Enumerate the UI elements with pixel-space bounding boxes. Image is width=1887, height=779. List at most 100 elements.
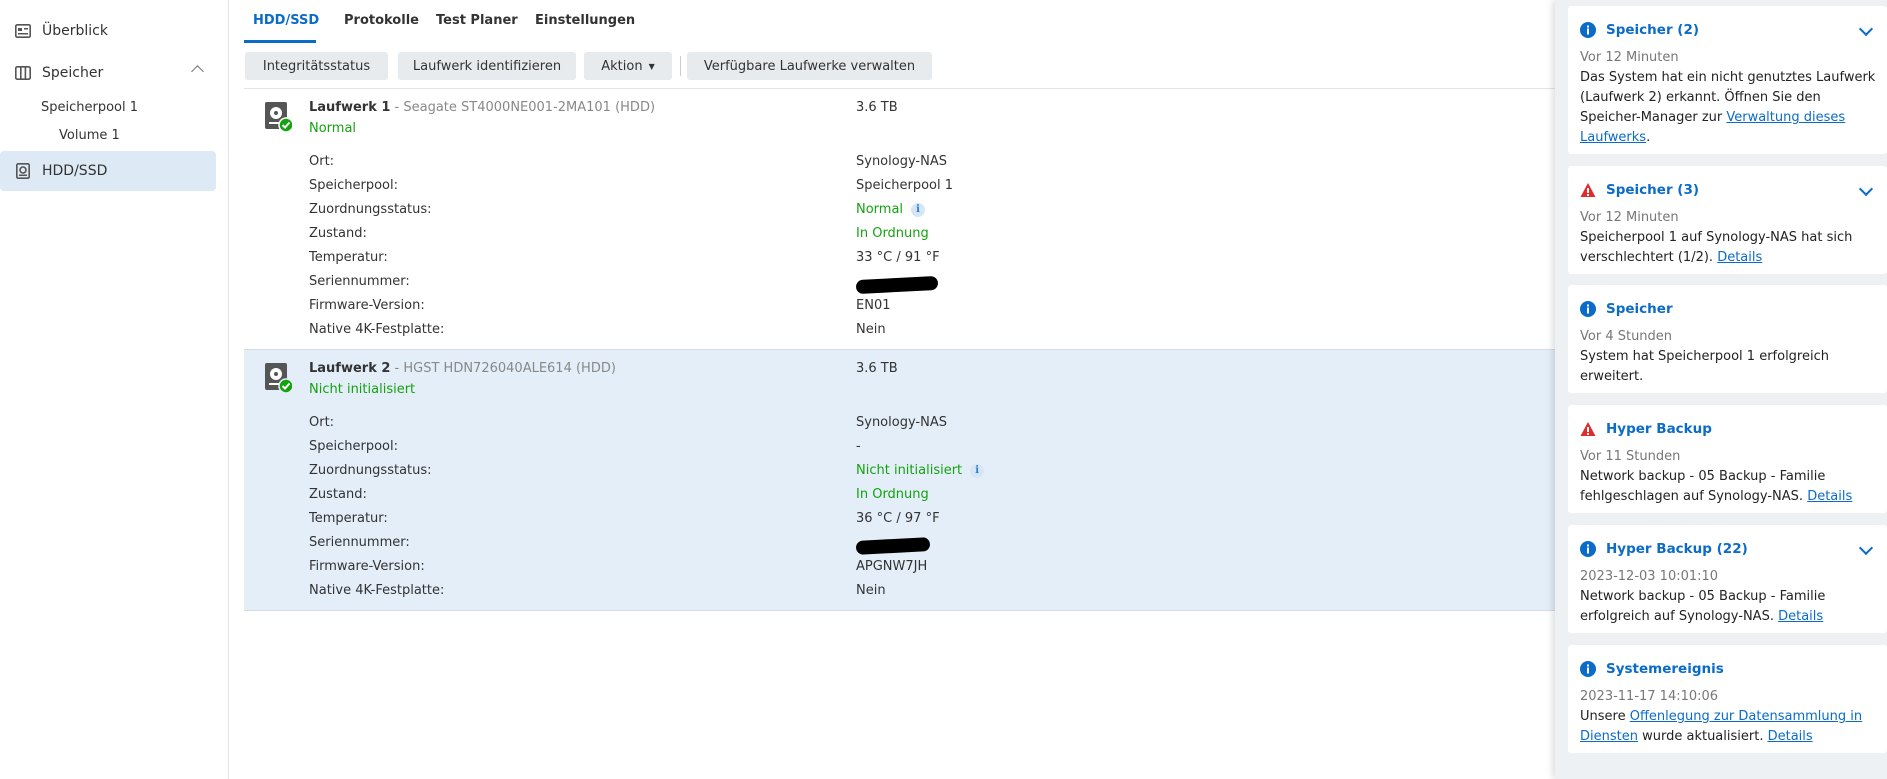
notification-body: Unsere Offenlegung zur Datensammlung in … xyxy=(1580,707,1880,747)
title-text: Speicher (2) xyxy=(1606,22,1700,38)
timestamp: 2023-11-17 14:10:06 xyxy=(1580,689,1719,704)
storage-icon xyxy=(14,64,32,82)
title-text: Hyper Backup xyxy=(1606,421,1712,437)
sidebar-item-overview[interactable]: Überblick xyxy=(0,11,216,51)
drive-size: 3.6 TB xyxy=(856,361,898,376)
row-health: Zustand: In Ordnung xyxy=(309,226,1509,246)
sidebar-item-label: Speicher xyxy=(42,65,104,81)
drive-name: Laufwerk 1 xyxy=(309,100,391,115)
tab-einstellungen[interactable]: Einstellungen xyxy=(535,13,635,28)
label: Native 4K-Festplatte: xyxy=(309,583,445,598)
sidebar: Überblick Speicher Speicherpool 1 Volume… xyxy=(0,0,229,779)
hdd-healthy-icon xyxy=(264,101,294,133)
title-text: Hyper Backup (22) xyxy=(1606,541,1748,557)
drive-card-1[interactable]: Laufwerk 1 - Seagate ST4000NE001-2MA101 … xyxy=(244,89,1555,349)
drive-model: - HGST HDN726040ALE614 (HDD) xyxy=(390,361,616,376)
title-text: Speicher (3) xyxy=(1606,182,1700,198)
value: APGNW7JH xyxy=(856,559,928,574)
row-pool: Speicherpool: - xyxy=(309,439,1509,459)
details-link[interactable]: Details xyxy=(1768,729,1813,744)
notification-body: Network backup - 05 Backup - Familie erf… xyxy=(1580,587,1880,627)
sidebar-item-storage[interactable]: Speicher xyxy=(0,53,216,93)
sidebar-item-hdd[interactable]: HDD/SSD xyxy=(0,151,216,191)
notification-card[interactable]: Hyper Backup (22) 2023-12-03 10:01:10 Ne… xyxy=(1568,525,1887,633)
info-icon[interactable]: i xyxy=(911,202,926,217)
chevron-down-icon[interactable] xyxy=(1858,540,1874,556)
notification-body: Speicherpool 1 auf Synology-NAS hat sich… xyxy=(1580,228,1880,268)
tab-protokolle[interactable]: Protokolle xyxy=(344,13,419,28)
sidebar-item-volume[interactable]: Volume 1 xyxy=(59,128,120,143)
notification-body: System hat Speicherpool 1 erfolgreich er… xyxy=(1580,349,1829,384)
row-serial: Seriennummer: xyxy=(309,535,1509,555)
overview-icon xyxy=(14,22,32,40)
row-ort: Ort: Synology-NAS xyxy=(309,415,1509,435)
tab-hdd-ssd[interactable]: HDD/SSD xyxy=(253,13,319,28)
drive-size: 3.6 TB xyxy=(856,100,898,115)
row-native4k: Native 4K-Festplatte: Nein xyxy=(309,583,1509,603)
notification-body: Network backup - 05 Backup - Familie feh… xyxy=(1580,467,1880,507)
value: 33 °C / 91 °F xyxy=(856,250,940,265)
notification-card[interactable]: Speicher (2) Vor 12 Minuten Das System h… xyxy=(1568,6,1887,154)
row-alloc: Zuordnungsstatus: Normal i xyxy=(309,202,1509,222)
drive-title: Laufwerk 2 - HGST HDN726040ALE614 (HDD) xyxy=(309,361,616,376)
warning-icon xyxy=(1580,183,1596,197)
hdd-healthy-icon xyxy=(264,362,294,394)
details-link[interactable]: Details xyxy=(1807,489,1852,504)
label: Zustand: xyxy=(309,226,367,241)
notification-card[interactable]: Speicher (3) Vor 12 Minuten Speicherpool… xyxy=(1568,166,1887,274)
label: Temperatur: xyxy=(309,250,388,265)
label: Ort: xyxy=(309,154,335,169)
body-text: . xyxy=(1646,130,1651,145)
redaction-mark xyxy=(855,275,939,295)
info-icon xyxy=(1580,541,1596,557)
value-wrap: Nicht initialisiert i xyxy=(856,463,985,478)
value xyxy=(855,274,939,295)
details-link[interactable]: Details xyxy=(1717,250,1762,265)
row-health: Zustand: In Ordnung xyxy=(309,487,1509,507)
row-temp: Temperatur: 36 °C / 97 °F xyxy=(309,511,1509,531)
value: Nicht initialisiert xyxy=(856,463,963,478)
notification-card[interactable]: Systemereignis 2023-11-17 14:10:06 Unser… xyxy=(1568,645,1887,753)
label: Ort: xyxy=(309,415,335,430)
active-tab-indicator xyxy=(244,40,316,43)
row-firmware: Firmware-Version: APGNW7JH xyxy=(309,559,1509,579)
label: Zuordnungsstatus: xyxy=(309,463,432,478)
row-pool: Speicherpool: Speicherpool 1 xyxy=(309,178,1509,198)
divider xyxy=(244,610,1555,611)
action-dropdown[interactable]: Aktion ▼ xyxy=(584,52,672,80)
body-text: Network backup - 05 Backup - Familie feh… xyxy=(1580,469,1826,504)
label: Firmware-Version: xyxy=(309,559,425,574)
sidebar-item-pool[interactable]: Speicherpool 1 xyxy=(41,100,138,115)
label: Firmware-Version: xyxy=(309,298,425,313)
chevron-down-icon[interactable] xyxy=(1858,21,1874,37)
row-temp: Temperatur: 33 °C / 91 °F xyxy=(309,250,1509,270)
drive-card-2[interactable]: Laufwerk 2 - HGST HDN726040ALE614 (HDD) … xyxy=(244,350,1555,610)
value: Nein xyxy=(856,322,886,337)
integrity-button[interactable]: Integritätsstatus xyxy=(245,52,388,80)
notification-title: Speicher (2) xyxy=(1580,22,1699,38)
redaction-mark xyxy=(855,537,931,555)
details-link[interactable]: Details xyxy=(1778,609,1823,624)
identify-drive-button[interactable]: Laufwerk identifizieren xyxy=(398,52,576,80)
info-icon xyxy=(1580,22,1596,38)
manage-drives-button[interactable]: Verfügbare Laufwerke verwalten xyxy=(687,52,932,80)
notification-card[interactable]: Speicher Vor 4 Stunden System hat Speich… xyxy=(1568,285,1887,393)
drive-model: - Seagate ST4000NE001-2MA101 (HDD) xyxy=(390,100,656,115)
value: Speicherpool 1 xyxy=(856,178,954,193)
info-icon[interactable]: i xyxy=(970,463,985,478)
notification-title: Systemereignis xyxy=(1580,661,1724,677)
tab-test-planer[interactable]: Test Planer xyxy=(436,13,518,28)
chevron-down-icon[interactable] xyxy=(1858,181,1874,197)
chevron-up-icon[interactable] xyxy=(191,65,204,78)
label: Native 4K-Festplatte: xyxy=(309,322,445,337)
label: Temperatur: xyxy=(309,511,388,526)
notification-card[interactable]: Hyper Backup Vor 11 Stunden Network back… xyxy=(1568,405,1887,513)
timestamp: Vor 4 Stunden xyxy=(1580,329,1673,344)
row-firmware: Firmware-Version: EN01 xyxy=(309,298,1509,318)
value: Normal xyxy=(856,202,904,217)
timestamp: Vor 12 Minuten xyxy=(1580,210,1679,225)
hdd-icon xyxy=(14,162,32,180)
drive-name: Laufwerk 2 xyxy=(309,361,391,376)
body-text: Unsere xyxy=(1580,709,1630,724)
notification-body: Das System hat ein nicht genutztes Laufw… xyxy=(1580,68,1880,148)
